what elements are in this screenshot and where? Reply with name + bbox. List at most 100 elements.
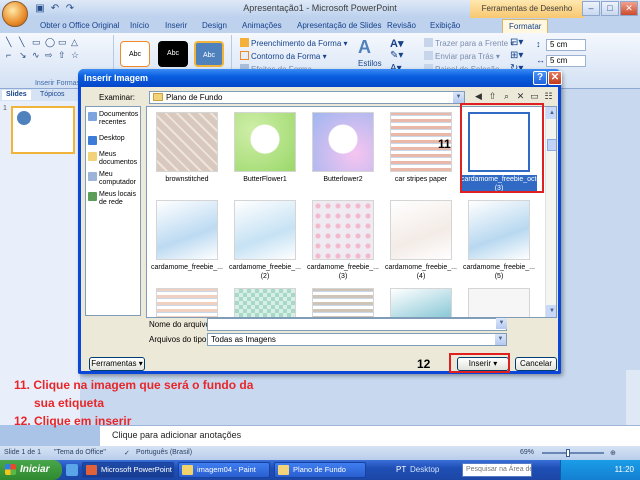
slide-thumbnail[interactable] [11, 106, 75, 154]
shapes-gallery[interactable]: ╲ ╲ ▭ ◯ ▭ △ ⌐ ↘ ∿ ⇨ ⇧ ☆ [6, 37, 82, 61]
arrow-shape-icon[interactable]: ⇧ [58, 50, 69, 61]
language-indicator[interactable]: PT [396, 465, 406, 474]
file-item[interactable]: cardamome_freebie_... (4) [383, 197, 459, 283]
filename-input[interactable] [207, 318, 507, 331]
style-sample-black[interactable]: Abc [158, 41, 188, 67]
file-item[interactable] [149, 285, 225, 317]
look-in-combo[interactable]: Plano de Fundo ▼ [149, 91, 465, 104]
style-sample-white[interactable]: Abc [120, 41, 150, 67]
zoom-slider-thumb[interactable] [566, 449, 570, 457]
scroll-thumb[interactable] [547, 139, 556, 151]
file-item[interactable] [461, 285, 537, 317]
notes-pane[interactable]: Clique para adicionar anotações [100, 425, 640, 446]
text-fill-icon[interactable]: A▾ [390, 37, 403, 50]
file-item[interactable]: Butterlower2 [305, 109, 381, 195]
folder-icon [153, 93, 163, 101]
text-outline-icon[interactable]: ✎▾ [390, 50, 403, 61]
bring-to-front-button[interactable]: Trazer para a Frente ▾ [424, 38, 514, 48]
tab-design[interactable]: Design [196, 19, 233, 33]
styles-button[interactable]: Estilos [358, 59, 382, 68]
file-item[interactable] [227, 285, 303, 317]
file-item[interactable]: car stripes paper [383, 109, 459, 195]
place-my-computer[interactable]: Meu computador [88, 171, 140, 187]
shape-height-field[interactable]: 5 cm [546, 39, 586, 51]
group-icon[interactable]: ⊞▾ [510, 50, 523, 61]
triangle-shape-icon[interactable]: △ [71, 37, 82, 48]
tab-view[interactable]: Exibição [424, 19, 466, 33]
align-icon[interactable]: ⊟▾ [510, 37, 523, 48]
rectangle-shape-icon[interactable]: ▭ [32, 37, 43, 48]
close-button[interactable]: ✕ [620, 1, 638, 16]
style-sample-blue[interactable]: Abc [194, 41, 224, 67]
back-icon[interactable]: ◀ [473, 91, 484, 102]
scroll-up-icon[interactable]: ▲ [546, 107, 556, 119]
tools-button[interactable]: Ferramentas ▾ [89, 357, 145, 371]
file-item[interactable] [383, 285, 459, 317]
place-my-documents[interactable]: Meus documentos [88, 151, 140, 167]
help-button[interactable]: ? [533, 71, 547, 85]
tab-slides[interactable]: Slides [2, 90, 31, 100]
file-item[interactable]: cardamome_freebie_... (5) [461, 197, 537, 283]
arrow-shape-icon[interactable]: ↘ [19, 50, 30, 61]
delete-icon[interactable]: ✕ [515, 91, 526, 102]
file-item[interactable]: brownstitched [149, 109, 225, 195]
zoom-in-icon[interactable]: ⊕ [610, 449, 616, 457]
shape-fill-button[interactable]: Preenchimento da Forma ▾ [240, 38, 348, 48]
start-button[interactable]: Iniciar [0, 460, 62, 480]
language-status[interactable]: Português (Brasil) [136, 449, 192, 456]
views-icon[interactable]: ☷ [543, 91, 554, 102]
quick-launch-ie-icon[interactable] [66, 464, 78, 476]
line-shape-icon[interactable]: ╲ [6, 37, 17, 48]
maximize-button[interactable]: □ [601, 1, 619, 16]
zoom-level[interactable]: 69% [520, 449, 534, 456]
dialog-close-button[interactable]: ✕ [548, 71, 562, 85]
task-powerpoint[interactable]: Microsoft PowerPoint ... [82, 462, 174, 478]
search-icon[interactable]: ⌕ [501, 91, 512, 102]
shape-width-field[interactable]: 5 cm [546, 55, 586, 67]
tab-get-office[interactable]: Obter o Office Original [34, 19, 125, 33]
shape-outline-button[interactable]: Contorno da Forma ▾ [240, 51, 327, 61]
tab-review[interactable]: Revisão [381, 19, 422, 33]
office-button[interactable] [2, 1, 28, 27]
up-folder-icon[interactable]: ⇧ [487, 91, 498, 102]
cancel-button[interactable]: Cancelar [515, 357, 557, 371]
wordart-icon[interactable]: A [358, 37, 371, 58]
place-recent[interactable]: Documentos recentes [88, 111, 140, 127]
curve-shape-icon[interactable]: ∿ [32, 50, 43, 61]
line-shape-icon[interactable]: ╲ [19, 37, 30, 48]
context-tools-label: Ferramentas de Desenho [470, 0, 584, 18]
file-list-scrollbar[interactable]: ▲ ▼ [545, 107, 556, 317]
file-item[interactable]: cardamome_freebie_... [149, 197, 225, 283]
new-folder-icon[interactable]: ▭ [529, 91, 540, 102]
tab-animations[interactable]: Animações [236, 19, 288, 33]
oval-shape-icon[interactable]: ◯ [45, 37, 56, 48]
arrow-shape-icon[interactable]: ⇨ [45, 50, 56, 61]
file-item[interactable]: ButterFlower1 [227, 109, 303, 195]
send-to-back-button[interactable]: Enviar para Trás ▾ [424, 51, 500, 61]
minimize-button[interactable]: – [582, 1, 600, 16]
task-folder[interactable]: Plano de Fundo [274, 462, 366, 478]
zoom-slider[interactable] [542, 452, 604, 454]
vertical-scrollbar[interactable] [626, 370, 640, 425]
place-desktop[interactable]: Desktop [88, 135, 140, 145]
spellcheck-icon[interactable]: ✓ [124, 449, 130, 457]
star-shape-icon[interactable]: ☆ [71, 50, 82, 61]
scroll-down-icon[interactable]: ▼ [546, 305, 556, 317]
chevron-down-icon[interactable]: ▼ [496, 318, 507, 329]
file-item[interactable] [305, 285, 381, 317]
arrow-shape-icon[interactable]: ⌐ [6, 50, 17, 61]
tab-insert[interactable]: Inserir [159, 19, 193, 33]
tab-outline[interactable]: Tópicos [36, 90, 69, 100]
task-paint[interactable]: imagem04 - Paint [178, 462, 270, 478]
desktop-toolbar[interactable]: Desktop [410, 465, 439, 474]
filetype-select[interactable]: Todas as Imagens ▼ [207, 333, 507, 346]
file-item[interactable]: cardamome_freebie_... (3) [305, 197, 381, 283]
places-bar: Documentos recentes Desktop Meus documen… [85, 106, 141, 316]
tab-home[interactable]: Início [124, 19, 155, 33]
tab-slideshow[interactable]: Apresentação de Slides [291, 19, 388, 33]
rectangle-shape-icon[interactable]: ▭ [58, 37, 69, 48]
taskbar-search[interactable]: Pesquisar na Área de ... [462, 463, 532, 477]
place-network[interactable]: Meus locais de rede [88, 191, 140, 207]
file-item[interactable]: cardamome_freebie_... (2) [227, 197, 303, 283]
tab-format[interactable]: Formatar [502, 19, 549, 33]
